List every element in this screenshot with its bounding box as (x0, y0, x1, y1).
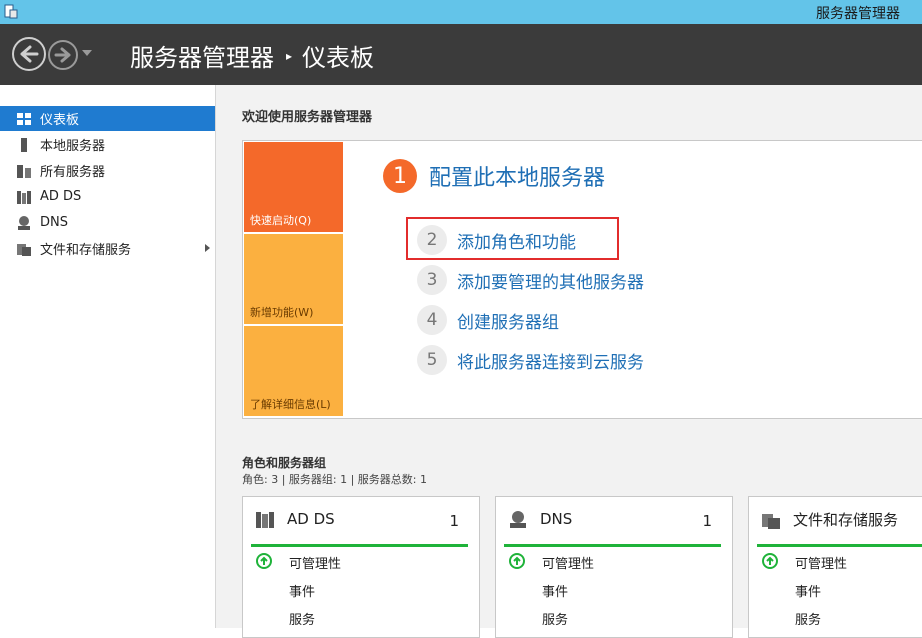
sidebar-item-label: 仪表板 (40, 113, 80, 128)
step-number-badge: 4 (417, 305, 447, 335)
status-bar (251, 544, 468, 547)
breadcrumb-root[interactable]: 服务器管理器 (130, 38, 274, 73)
sidebar-item-dashboard[interactable]: 仪表板 (0, 106, 215, 131)
card-row-manageability[interactable]: 可管理性 (542, 553, 594, 572)
breadcrumb: 服务器管理器 ▸ 仪表板 (130, 38, 374, 73)
step-link[interactable]: 添加要管理的其他服务器 (457, 268, 644, 293)
tile-label: 新增功能(W) (250, 306, 314, 319)
arrow-right-icon (54, 47, 71, 63)
role-card-file-storage[interactable]: 文件和存储服务 可管理性 事件 服务 (748, 496, 922, 638)
step-link[interactable]: 添加角色和功能 (457, 228, 576, 253)
step-connect-cloud[interactable]: 5 将此服务器连接到云服务 (417, 345, 644, 375)
status-bar (504, 544, 721, 547)
card-row-events[interactable]: 事件 (542, 581, 568, 600)
sidebar-item-label: AD DS (40, 189, 82, 204)
sidebar-item-label: 本地服务器 (40, 139, 106, 154)
sidebar-item-local-server[interactable]: 本地服务器 (0, 132, 215, 157)
card-row-events[interactable]: 事件 (289, 581, 315, 600)
step-number-badge: 2 (417, 225, 447, 255)
step-link[interactable]: 创建服务器组 (457, 308, 559, 333)
role-card-dns[interactable]: DNS 1 可管理性 事件 服务 (495, 496, 733, 638)
sidebar-item-label: DNS (40, 215, 68, 230)
servers-icon (17, 164, 31, 178)
sidebar-item-file-storage[interactable]: 文件和存储服务 (0, 236, 215, 261)
dashboard-icon (17, 112, 31, 125)
step-create-server-group[interactable]: 4 创建服务器组 (417, 305, 559, 335)
tile-label: 快速启动(Q) (250, 214, 312, 227)
file-storage-icon (17, 243, 31, 256)
card-count: 1 (702, 512, 712, 530)
breadcrumb-separator-icon: ▸ (286, 48, 293, 63)
step-number-badge: 3 (417, 265, 447, 295)
role-card-ad-ds[interactable]: AD DS 1 可管理性 事件 服务 (242, 496, 480, 638)
main-content: 欢迎使用服务器管理器 快速启动(Q) 新增功能(W) 了解详细信息(L) 1 配… (216, 85, 922, 638)
card-row-services[interactable]: 服务 (795, 609, 821, 628)
roles-summary: 角色: 3 | 服务器组: 1 | 服务器总数: 1 (242, 473, 428, 486)
card-row-manageability[interactable]: 可管理性 (795, 553, 847, 572)
card-count: 1 (449, 512, 459, 530)
step-link[interactable]: 配置此本地服务器 (429, 160, 605, 192)
back-button[interactable] (12, 37, 46, 71)
step-add-servers[interactable]: 3 添加要管理的其他服务器 (417, 265, 644, 295)
dns-icon (18, 215, 30, 230)
forward-button[interactable] (48, 40, 78, 70)
title-bar: 服务器管理器 (0, 0, 922, 24)
server-manager-app-icon (4, 4, 18, 19)
history-dropdown-icon[interactable] (82, 50, 92, 56)
card-title: DNS (540, 510, 573, 528)
card-row-services[interactable]: 服务 (542, 609, 568, 628)
sidebar-item-label: 所有服务器 (40, 165, 106, 180)
dns-icon (510, 511, 526, 528)
card-title: AD DS (287, 510, 335, 528)
up-arrow-status-icon (256, 553, 272, 569)
sidebar-item-all-servers[interactable]: 所有服务器 (0, 158, 215, 183)
up-arrow-status-icon (762, 553, 778, 569)
window-title: 服务器管理器 (816, 6, 900, 22)
card-title: 文件和存储服务 (793, 511, 899, 529)
breadcrumb-current: 仪表板 (302, 44, 375, 72)
tile-quick-start[interactable]: 快速启动(Q) (244, 142, 343, 232)
sidebar: 仪表板 本地服务器 所有服务器 AD DS DNS 文件和存储服务 (0, 85, 216, 628)
step-number-badge: 5 (417, 345, 447, 375)
card-row-events[interactable]: 事件 (795, 581, 821, 600)
step-add-roles-features[interactable]: 2 添加角色和功能 (417, 225, 576, 255)
step-configure-local-server[interactable]: 1 配置此本地服务器 (383, 159, 605, 193)
tile-learn-more[interactable]: 了解详细信息(L) (244, 326, 343, 416)
tile-whats-new[interactable]: 新增功能(W) (244, 234, 343, 324)
file-storage-icon (762, 513, 780, 529)
roles-heading: 角色和服务器组 (242, 456, 327, 470)
step-link[interactable]: 将此服务器连接到云服务 (457, 348, 644, 373)
card-row-services[interactable]: 服务 (289, 609, 315, 628)
server-icon (21, 137, 27, 152)
up-arrow-status-icon (509, 553, 525, 569)
header-bar: 服务器管理器 ▸ 仪表板 (0, 24, 922, 85)
welcome-heading: 欢迎使用服务器管理器 (242, 110, 373, 125)
sidebar-item-label: 文件和存储服务 (40, 243, 132, 258)
chevron-right-icon[interactable] (205, 244, 210, 252)
welcome-panel: 快速启动(Q) 新增功能(W) 了解详细信息(L) 1 配置此本地服务器 2 添… (242, 140, 922, 419)
sidebar-item-dns[interactable]: DNS (0, 210, 215, 235)
step-number-badge: 1 (383, 159, 417, 193)
status-bar (757, 544, 922, 547)
sidebar-item-ad-ds[interactable]: AD DS (0, 184, 215, 209)
ad-ds-icon (256, 512, 274, 528)
arrow-left-icon (20, 45, 39, 63)
ad-ds-icon (17, 190, 31, 204)
tile-label: 了解详细信息(L) (250, 398, 331, 411)
card-row-manageability[interactable]: 可管理性 (289, 553, 341, 572)
